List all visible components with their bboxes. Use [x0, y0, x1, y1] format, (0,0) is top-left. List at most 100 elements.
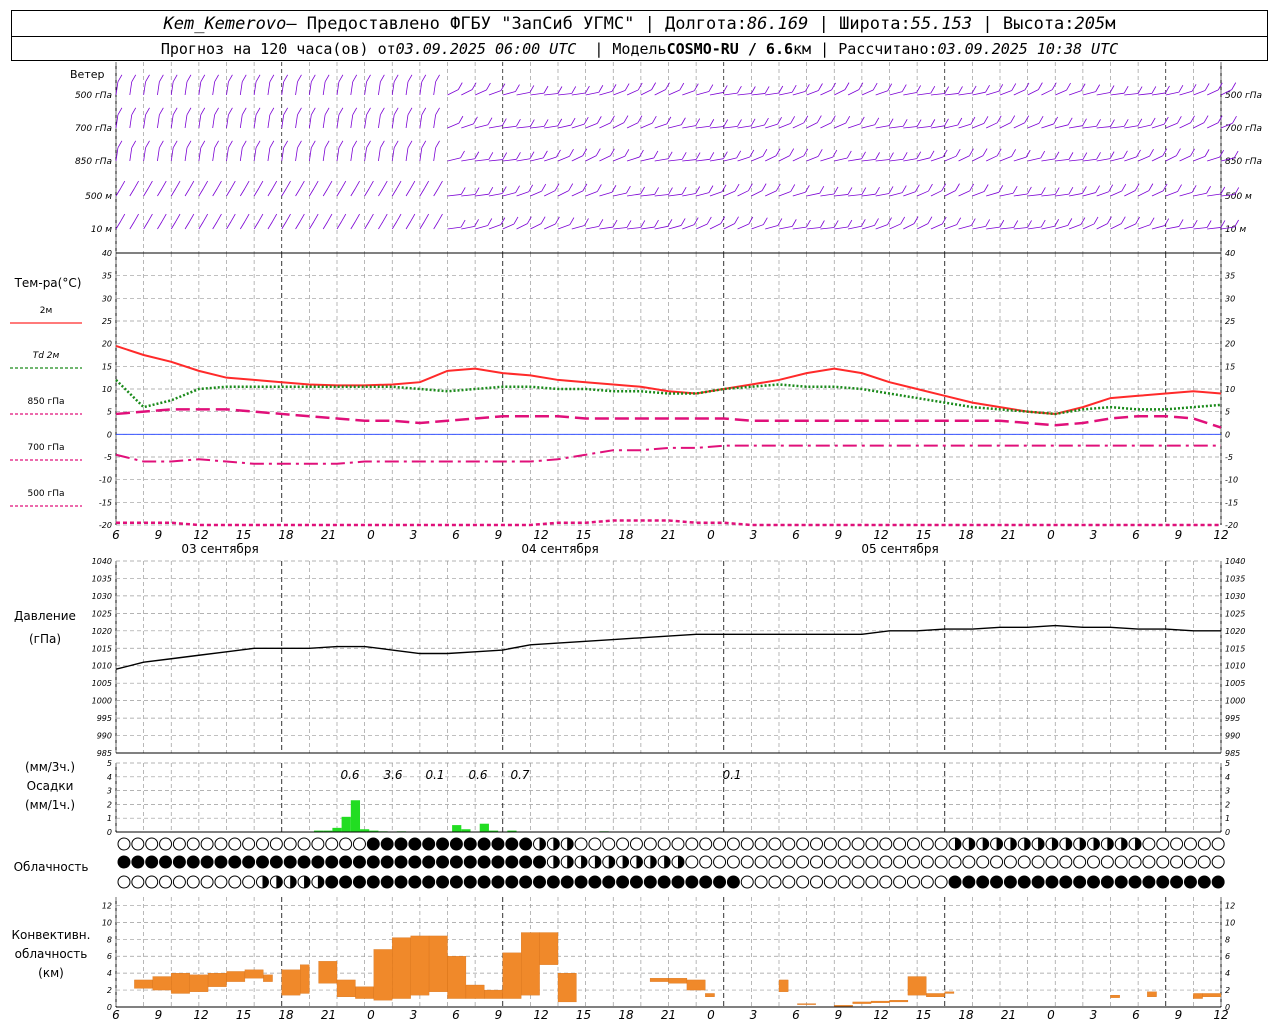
wind-barb-feather — [241, 74, 247, 83]
prec-ytick-right: 4 — [1225, 773, 1230, 782]
wind-barb-feather — [338, 140, 344, 149]
wind-barb — [875, 186, 894, 197]
cloud-symbol — [713, 837, 727, 851]
cloud-symbol — [408, 875, 422, 889]
wind-barb-feather — [255, 107, 261, 116]
conv-cloud-bar — [1110, 995, 1120, 998]
wind-barb-shaft — [1027, 122, 1040, 129]
wind-barb-feather — [341, 180, 347, 189]
wind-barb-shaft — [668, 193, 683, 197]
wind-barb-shaft — [295, 187, 301, 197]
hour-label-bottom: 18 — [958, 1008, 974, 1022]
cloud-circle — [713, 875, 727, 889]
wind-barb-shaft — [1027, 157, 1041, 162]
wind-barb-shaft — [1110, 190, 1122, 197]
wind-barb-shaft — [295, 147, 298, 162]
wind-barb-shaft — [889, 91, 903, 96]
wind-barb — [571, 148, 588, 162]
hour-label-bottom: 12 — [533, 1008, 548, 1022]
wind-barb-feather — [355, 213, 360, 222]
cloud-symbol — [477, 837, 491, 851]
wind-barb-shaft — [986, 122, 998, 129]
hour-label: 21 — [1001, 528, 1016, 542]
wind-barb-feather — [626, 220, 632, 228]
wind-barb-shaft — [848, 194, 862, 197]
wind-barb-feather — [651, 82, 656, 90]
wind-barb — [544, 183, 560, 197]
wind-barb — [281, 213, 291, 230]
wind-barb — [253, 180, 264, 197]
cloud-circle — [505, 875, 519, 889]
wind-barb-shaft — [322, 114, 326, 129]
wind-barb — [253, 213, 264, 230]
cloud-symbol — [519, 837, 533, 851]
temp-ytick-left: 5 — [107, 408, 112, 417]
wind-barb-shaft — [1137, 190, 1150, 197]
cloud-symbol — [1114, 875, 1128, 889]
wind-barb — [806, 115, 822, 129]
wind-barb-shaft — [1193, 155, 1206, 162]
conv-cloud-bar — [484, 989, 503, 999]
wind-barb-feather — [1040, 150, 1046, 159]
wind-barb — [170, 140, 178, 162]
wind-barb-feather — [1176, 148, 1181, 156]
wind-barb-shaft — [1013, 122, 1025, 129]
wind-barb-shaft — [557, 124, 572, 129]
wind-barb-feather — [486, 82, 491, 91]
wind-barb-feather — [679, 82, 685, 91]
wind-barb-feather — [341, 213, 347, 222]
wind-barb-feather — [709, 152, 715, 160]
wind-barb-shaft — [253, 187, 260, 197]
wind-barb-feather — [982, 148, 988, 156]
wind-barb-feather — [901, 84, 907, 92]
cloud-symbol — [339, 837, 353, 851]
wind-barb-shaft — [488, 90, 502, 96]
pres-ytick-left: 1025 — [92, 609, 112, 618]
wind-barb-shaft — [972, 226, 986, 230]
wind-barb — [972, 148, 988, 162]
wind-barb-feather — [159, 107, 164, 116]
wind-barb-feather — [515, 185, 520, 193]
wind-barb-shaft — [903, 223, 915, 230]
cloud-symbol — [200, 855, 214, 869]
cloud-fill — [982, 838, 989, 850]
wind-barb-shaft — [944, 124, 958, 129]
cloud-symbol — [851, 875, 865, 889]
wind-barb-shaft — [488, 193, 503, 197]
cloud-symbol — [297, 855, 311, 869]
cloud-fill — [567, 838, 574, 850]
wind-barb-feather — [831, 82, 836, 91]
temp-ytick-right: 35 — [1225, 272, 1235, 281]
cloud-circle — [172, 855, 186, 869]
conv-cloud-bar — [134, 979, 153, 989]
wind-barb-shaft — [433, 220, 439, 230]
wind-barb-shaft — [944, 155, 957, 162]
wind-barb-shaft — [999, 227, 1014, 230]
wind-barb-feather — [1217, 115, 1223, 123]
wind-barb — [115, 213, 126, 230]
wind-barb — [267, 107, 275, 129]
cloud-symbol — [311, 837, 325, 851]
cloud-symbol — [352, 875, 366, 889]
wind-barb-shaft — [433, 114, 437, 129]
wind-barb-shaft — [709, 191, 723, 197]
cloud-symbol — [754, 875, 768, 889]
wind-barb-feather — [1010, 115, 1016, 123]
wind-barb-feather — [941, 216, 947, 225]
cloud-symbol — [768, 855, 782, 869]
wind-barb-feather — [230, 180, 236, 189]
wind-barb-feather — [438, 213, 443, 222]
wind-barb — [806, 149, 823, 162]
wind-barb — [1027, 219, 1046, 230]
wind-barb-shaft — [1124, 223, 1136, 230]
cloud-symbol — [1073, 855, 1087, 869]
wind-barb-feather — [610, 115, 615, 124]
cloud-circle — [380, 875, 394, 889]
cloud-circle — [519, 837, 533, 851]
cloud-circle — [602, 837, 616, 851]
wind-barb-feather — [244, 180, 250, 189]
wind-barb-shaft — [806, 155, 819, 162]
wind-barb-feather — [272, 213, 278, 222]
cloud-symbol — [796, 837, 810, 851]
wind-barb-shaft — [405, 81, 409, 96]
